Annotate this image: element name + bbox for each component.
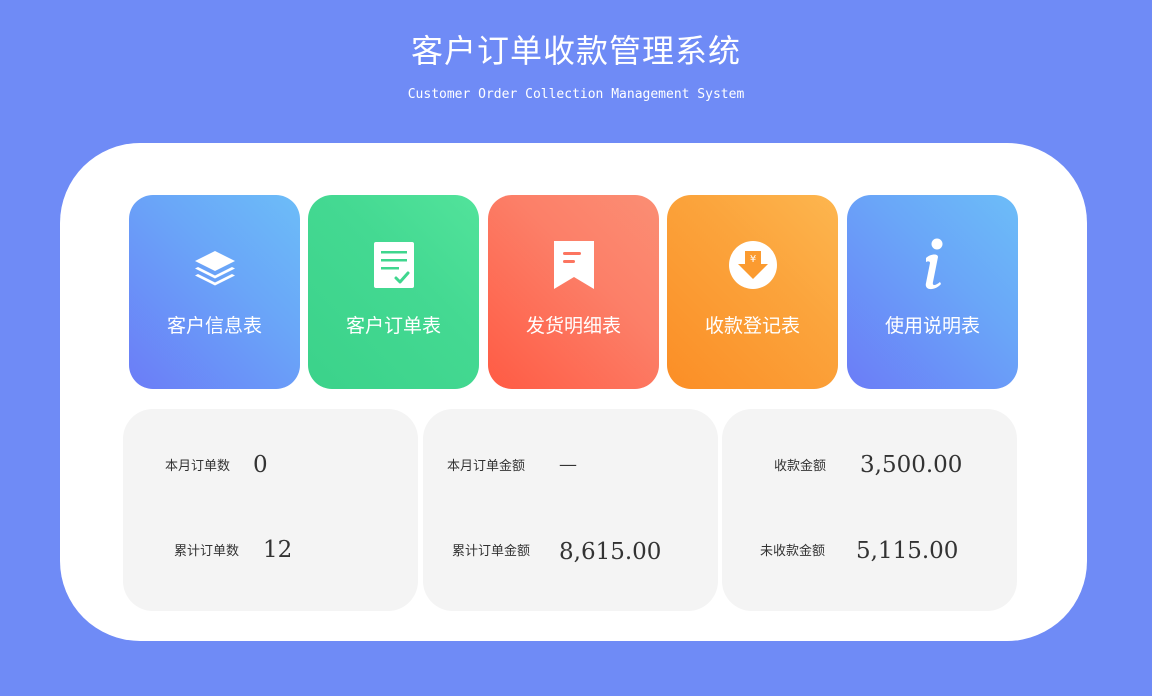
order-amount-card: 本月订单金额 — 累计订单金额 8,615.00 (423, 409, 718, 611)
total-order-count-label: 累计订单数 (174, 544, 240, 559)
customer-info-tile[interactable]: 客户信息表 (129, 195, 300, 389)
customer-order-tile[interactable]: 客户订单表 (308, 195, 479, 389)
total-order-amount-label: 累计订单金额 (452, 544, 531, 559)
total-order-count-value: 12 (263, 537, 293, 563)
received-amount-value: 3,500.00 (860, 452, 963, 478)
received-amount-label: 收款金额 (774, 459, 827, 474)
month-order-amount-label: 本月订单金额 (447, 459, 526, 474)
user-manual-tile[interactable]: 使用说明表 (847, 195, 1018, 389)
customer-order-label: 客户订单表 (345, 315, 441, 337)
user-manual-label: 使用说明表 (884, 315, 980, 337)
page-title: 客户订单收款管理系统 (410, 32, 741, 70)
collection-card: 收款金额 3,500.00 未收款金额 5,115.00 (722, 409, 1017, 611)
shipping-detail-label: 发货明细表 (525, 315, 621, 337)
month-order-count-value: 0 (253, 452, 268, 478)
customer-info-label: 客户信息表 (166, 315, 262, 337)
svg-text:¥: ¥ (749, 254, 755, 265)
total-order-amount-value: 8,615.00 (559, 539, 662, 565)
bookmark-icon (488, 237, 659, 293)
page-subtitle: Customer Order Collection Management Sys… (407, 87, 745, 102)
info-icon (847, 237, 1018, 293)
payment-register-tile[interactable]: ¥ 收款登记表 (667, 195, 838, 389)
month-order-count-label: 本月订单数 (165, 459, 231, 474)
checklist-document-icon (308, 237, 479, 293)
payment-register-label: 收款登记表 (704, 315, 800, 337)
order-count-card: 本月订单数 0 累计订单数 12 (123, 409, 418, 611)
unreceived-amount-label: 未收款金额 (760, 544, 826, 559)
unreceived-amount-value: 5,115.00 (856, 538, 959, 564)
month-order-amount-value: — (559, 454, 577, 475)
shipping-detail-tile[interactable]: 发货明细表 (488, 195, 659, 389)
yen-download-icon: ¥ (667, 237, 838, 293)
layers-icon (129, 237, 300, 293)
